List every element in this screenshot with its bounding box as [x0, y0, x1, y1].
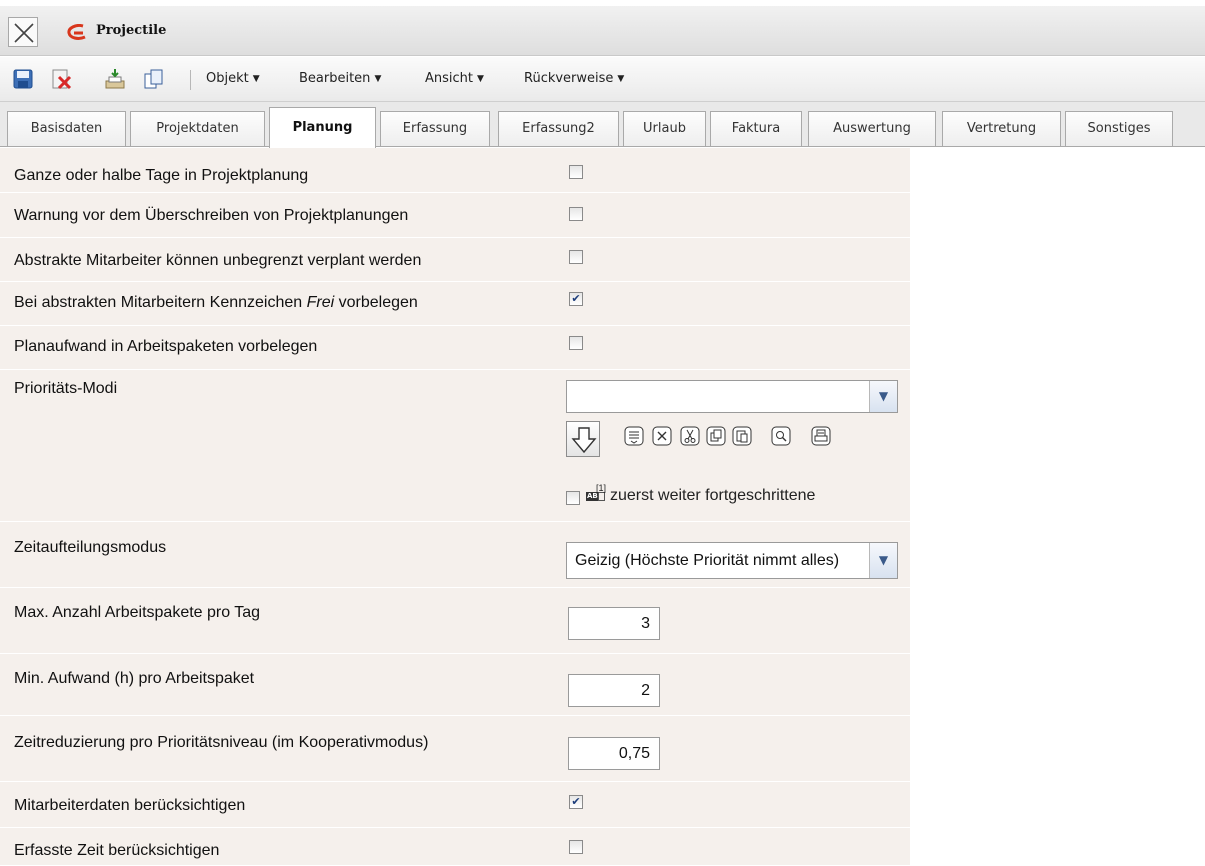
- form-row-warnung: Warnung vor dem Überschreiben von Projek…: [0, 193, 910, 238]
- form-row-zeitreduzierung: Zeitreduzierung pro Prioritätsniveau (im…: [0, 716, 910, 782]
- caret-down-icon: ▼: [617, 74, 625, 84]
- caret-down-icon: ▼: [477, 74, 484, 84]
- field-label: Prioritäts-Modi: [14, 380, 118, 397]
- caret-down-icon: ▼: [374, 74, 382, 84]
- delete-icon[interactable]: [50, 68, 72, 90]
- tab-sonstiges[interactable]: Sonstiges: [1065, 111, 1173, 146]
- form-row-erfasste-zeit: Erfasste Zeit berücksichtigen: [0, 828, 910, 866]
- menu-ansicht[interactable]: Ansicht ▼: [425, 71, 484, 86]
- zuerst-fortgeschrittene-label: zuerst weiter fortgeschrittene: [610, 487, 816, 504]
- remove-icon[interactable]: [652, 426, 672, 446]
- form-row-max-arbeitspakete: Max. Anzahl Arbeitspakete pro Tag 3: [0, 588, 910, 654]
- copy-icon[interactable]: [143, 68, 165, 90]
- edit-list-icon[interactable]: [624, 426, 644, 446]
- planung-form: Ganze oder halbe Tage in Projektplanung …: [0, 148, 910, 866]
- tab-faktura[interactable]: Faktura: [710, 111, 802, 146]
- copy-icon[interactable]: [706, 426, 726, 446]
- export-icon[interactable]: [104, 68, 126, 90]
- tab-projektdaten[interactable]: Projektdaten: [130, 111, 265, 146]
- language-box-icon: [598, 492, 605, 501]
- form-row-mitarbeiterdaten: Mitarbeiterdaten berücksichtigen ✔: [0, 782, 910, 828]
- close-icon[interactable]: [8, 17, 38, 47]
- toolbar: Objekt ▼ Bearbeiten ▼ Ansicht ▼ Rückverweis…: [0, 57, 1205, 102]
- print-icon[interactable]: [811, 426, 831, 446]
- select-value: Geizig (Höchste Priorität nimmt alles): [575, 552, 840, 569]
- projectile-logo-icon: [67, 24, 86, 40]
- field-label: Zeitaufteilungsmodus: [14, 539, 167, 556]
- paste-icon[interactable]: [732, 426, 752, 446]
- menu-objekt[interactable]: Objekt ▼: [206, 71, 260, 86]
- field-label: Min. Aufwand (h) pro Arbeitspaket: [14, 670, 255, 687]
- form-row-min-aufwand: Min. Aufwand (h) pro Arbeitspaket 2: [0, 654, 910, 716]
- cut-icon[interactable]: [680, 426, 700, 446]
- abstrakte-unbegrenzt-checkbox[interactable]: [569, 250, 583, 264]
- field-label: Mitarbeiterdaten berücksichtigen: [14, 797, 246, 814]
- title-bar: Projectile: [0, 6, 1205, 56]
- field-label: Erfasste Zeit berücksichtigen: [14, 842, 220, 859]
- menu-rueckverweise[interactable]: Rückverweise ▼: [524, 71, 624, 86]
- search-icon[interactable]: [771, 426, 791, 446]
- zuerst-fortgeschrittene-checkbox[interactable]: [566, 491, 580, 505]
- save-icon[interactable]: [12, 68, 34, 90]
- field-label: Max. Anzahl Arbeitspakete pro Tag: [14, 604, 261, 621]
- field-label: Bei abstrakten Mitarbeitern Kennzeichen …: [14, 294, 418, 311]
- toolbar-separator: [190, 70, 191, 90]
- chevron-down-icon[interactable]: ▼: [869, 543, 897, 578]
- erfasste-zeit-checkbox[interactable]: [569, 840, 583, 854]
- form-row-abstrakte-frei: Bei abstrakten Mitarbeitern Kennzeichen …: [0, 282, 910, 326]
- tab-basisdaten[interactable]: Basisdaten: [7, 111, 126, 146]
- mitarbeiterdaten-checkbox[interactable]: ✔: [569, 795, 583, 809]
- field-label: Abstrakte Mitarbeiter können unbegrenzt …: [14, 252, 422, 269]
- field-label: Warnung vor dem Überschreiben von Projek…: [14, 207, 409, 224]
- tab-planung[interactable]: Planung: [269, 107, 376, 148]
- menu-bearbeiten[interactable]: Bearbeiten ▼: [299, 71, 381, 86]
- field-label: Ganze oder halbe Tage in Projektplanung: [14, 167, 309, 184]
- tab-erfassung[interactable]: Erfassung: [380, 111, 490, 146]
- min-aufwand-input[interactable]: 2: [568, 674, 660, 707]
- tab-auswertung[interactable]: Auswertung: [808, 111, 936, 146]
- caret-down-icon: ▼: [252, 74, 260, 84]
- footnote-marker: [1]: [596, 483, 607, 493]
- field-label: Planaufwand in Arbeitspaketen vorbelegen: [14, 338, 318, 355]
- prioritaets-modi-combobox[interactable]: ▼: [566, 380, 898, 413]
- tab-urlaub[interactable]: Urlaub: [623, 111, 706, 146]
- form-row-ganze-halbe-tage: Ganze oder halbe Tage in Projektplanung: [0, 148, 910, 193]
- max-arbeitspakete-input[interactable]: 3: [568, 607, 660, 640]
- form-row-planaufwand: Planaufwand in Arbeitspaketen vorbelegen: [0, 326, 910, 370]
- chevron-down-icon[interactable]: ▼: [869, 381, 897, 412]
- zeitaufteilungsmodus-select[interactable]: Geizig (Höchste Priorität nimmt alles) ▼: [566, 542, 898, 579]
- abstrakte-frei-checkbox[interactable]: ✔: [569, 292, 583, 306]
- form-row-abstrakte-unbegrenzt: Abstrakte Mitarbeiter können unbegrenzt …: [0, 238, 910, 282]
- warnung-checkbox[interactable]: [569, 207, 583, 221]
- tab-bar: Basisdaten Projektdaten Planung Erfassun…: [0, 102, 1205, 148]
- ganze-halbe-tage-checkbox[interactable]: [569, 165, 583, 179]
- window-title: Projectile: [96, 23, 167, 38]
- tab-erfassung2[interactable]: Erfassung2: [498, 111, 619, 146]
- tab-vertretung[interactable]: Vertretung: [942, 111, 1061, 146]
- add-down-arrow-button[interactable]: [566, 421, 600, 457]
- language-badge-icon: AB: [586, 492, 599, 501]
- field-label: Zeitreduzierung pro Prioritätsniveau (im…: [14, 734, 429, 751]
- planaufwand-checkbox[interactable]: [569, 336, 583, 350]
- zeitreduzierung-input[interactable]: 0,75: [568, 737, 660, 770]
